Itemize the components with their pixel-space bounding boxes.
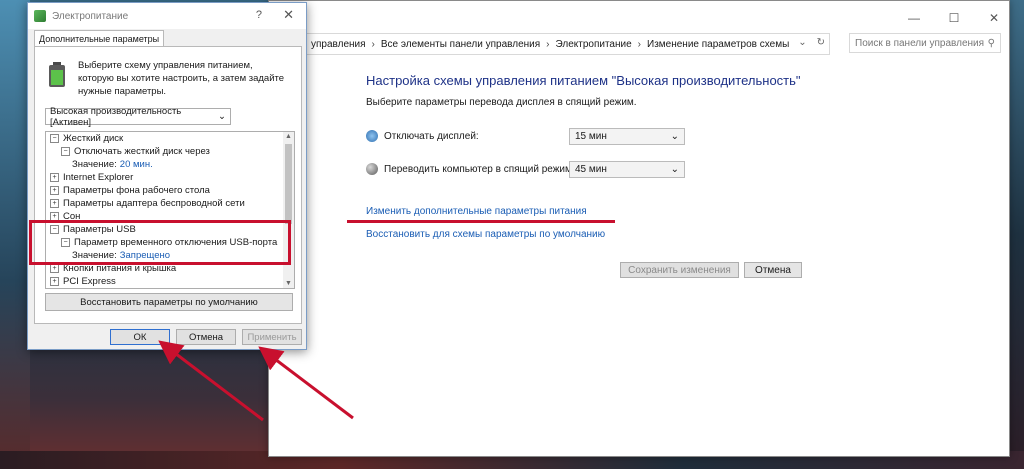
annotation-arrows [158, 340, 354, 422]
annotation-arrow-ok [158, 340, 264, 422]
annotation-arrow-apply [258, 346, 354, 420]
